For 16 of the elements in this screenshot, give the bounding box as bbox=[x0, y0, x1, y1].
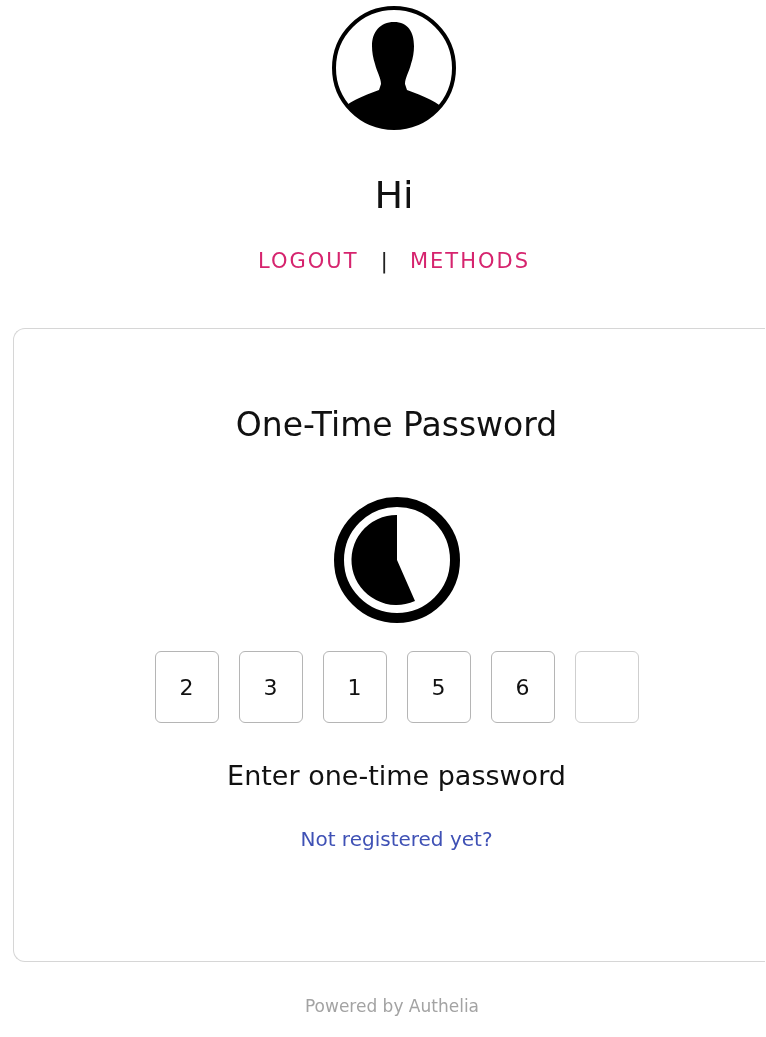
register-link[interactable]: Not registered yet? bbox=[300, 827, 493, 851]
logout-link[interactable]: LOGOUT bbox=[258, 248, 359, 273]
otp-digit-field[interactable]: 6 bbox=[490, 651, 555, 723]
separator: | bbox=[380, 248, 388, 273]
otp-digit-field[interactable]: 2 bbox=[154, 651, 219, 723]
powered-by-text: Powered by Authelia bbox=[304, 996, 480, 1016]
otp-digit-field[interactable]: 5 bbox=[406, 651, 471, 723]
otp-digit-field[interactable]: 1 bbox=[322, 651, 387, 723]
avatar-icon bbox=[330, 4, 458, 132]
instruction-text: Enter one-time password bbox=[227, 759, 566, 793]
greeting: Hi bbox=[374, 172, 414, 218]
methods-link[interactable]: METHODS bbox=[409, 248, 530, 273]
otp-digit-field[interactable] bbox=[574, 651, 639, 723]
timer-icon bbox=[331, 495, 462, 625]
card-title: One-Time Password bbox=[235, 405, 558, 445]
otp-digit-field[interactable]: 3 bbox=[238, 651, 303, 723]
